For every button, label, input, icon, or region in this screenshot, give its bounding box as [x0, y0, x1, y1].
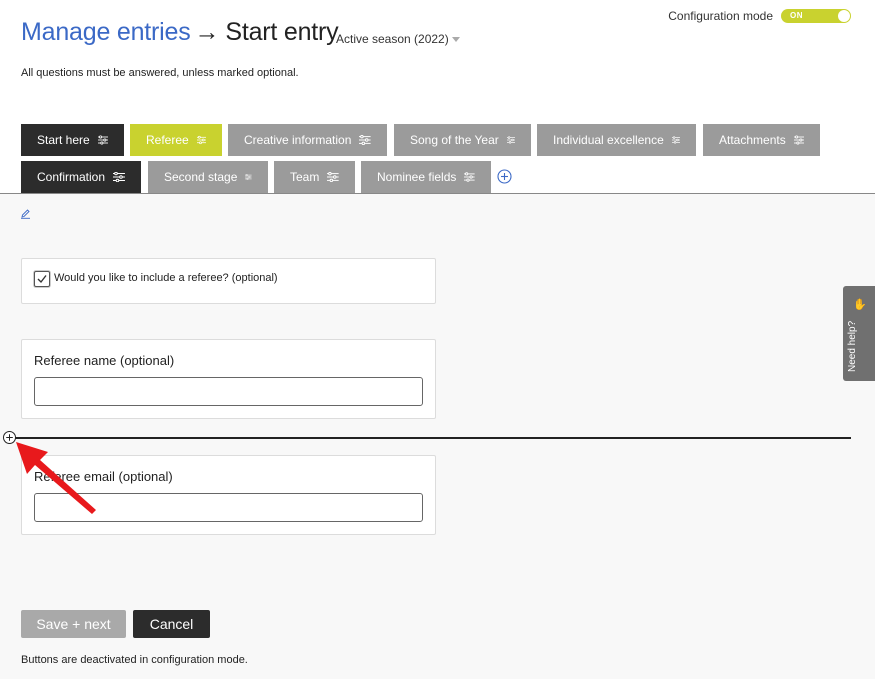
tab-song-of-the-year[interactable]: Song of the Year: [394, 124, 531, 156]
sliders-icon[interactable]: [245, 172, 252, 182]
tab-start-here[interactable]: Start here: [21, 124, 124, 156]
sliders-icon[interactable]: [464, 172, 475, 182]
referee-name-label: Referee name (optional): [34, 353, 175, 368]
tab-confirmation[interactable]: Confirmation: [21, 161, 141, 193]
tab-label: Confirmation: [37, 170, 106, 184]
tab-attachments[interactable]: Attachments: [703, 124, 820, 156]
season-selector-label: Active season (2022): [336, 32, 449, 46]
page-title: Manage entries → Start entry: [21, 18, 339, 47]
sliders-icon[interactable]: [506, 135, 515, 145]
tab-label: Second stage: [164, 170, 238, 184]
save-next-button[interactable]: Save + next: [21, 610, 126, 638]
form-instructions: All questions must be answered, unless m…: [21, 67, 299, 79]
tab-label: Nominee fields: [377, 170, 457, 184]
configuration-mode-toggle[interactable]: ON: [781, 9, 851, 23]
referee-name-card: Referee name (optional): [21, 339, 436, 419]
need-help-tab[interactable]: ✋ Need help?: [843, 286, 875, 381]
tab-label: Referee: [146, 133, 189, 147]
need-help-label: Need help?: [847, 320, 858, 372]
tab-nominee-fields[interactable]: Nominee fields: [361, 161, 491, 193]
tab-creative-information[interactable]: Creative information: [228, 124, 387, 156]
include-referee-checkbox[interactable]: [34, 271, 50, 287]
tab-label: Song of the Year: [410, 133, 499, 147]
toggle-state-text: ON: [790, 11, 803, 20]
tab-label: Start here: [37, 133, 90, 147]
tab-label: Team: [290, 170, 320, 184]
season-selector[interactable]: Active season (2022): [336, 32, 460, 46]
configuration-mode: Configuration mode ON: [668, 9, 851, 23]
tab-label: Individual excellence: [553, 133, 664, 147]
sliders-icon[interactable]: [97, 135, 108, 145]
annotation-arrow-icon: [16, 442, 96, 514]
sliders-icon[interactable]: [793, 135, 804, 145]
breadcrumb-arrow: →: [194, 18, 220, 46]
buttons-deactivated-note: Buttons are deactivated in configuration…: [21, 654, 248, 666]
sliders-icon[interactable]: [359, 135, 371, 145]
tab-team[interactable]: Team: [274, 161, 355, 193]
tab-individual-excellence[interactable]: Individual excellence: [537, 124, 696, 156]
tab-label: Attachments: [719, 133, 786, 147]
page-header: Manage entries → Start entry Active season…: [0, 0, 875, 194]
include-referee-card: Would you like to include a referee? (op…: [21, 258, 436, 304]
breadcrumb-manage-entries-link[interactable]: Manage entries: [21, 18, 191, 46]
referee-name-input[interactable]: [34, 377, 423, 406]
toggle-knob: [838, 10, 850, 22]
add-tab-plus-icon[interactable]: [497, 169, 512, 184]
sliders-icon[interactable]: [671, 135, 680, 145]
sliders-icon[interactable]: [327, 172, 339, 182]
tab-label: Creative information: [244, 133, 352, 147]
include-referee-label: Would you like to include a referee? (op…: [54, 272, 278, 284]
checkmark-icon: [37, 275, 47, 284]
cancel-button[interactable]: Cancel: [133, 610, 210, 638]
breadcrumb-current-page: Start entry: [225, 18, 339, 46]
tab-second-stage[interactable]: Second stage: [148, 161, 268, 193]
tab-referee[interactable]: Referee: [130, 124, 222, 156]
chevron-down-icon: [451, 37, 460, 43]
pencil-edit-icon[interactable]: [20, 208, 31, 219]
configuration-mode-label: Configuration mode: [668, 9, 773, 23]
field-insert-line: [10, 437, 851, 439]
sliders-icon[interactable]: [113, 172, 125, 182]
sliders-icon[interactable]: [196, 135, 206, 145]
